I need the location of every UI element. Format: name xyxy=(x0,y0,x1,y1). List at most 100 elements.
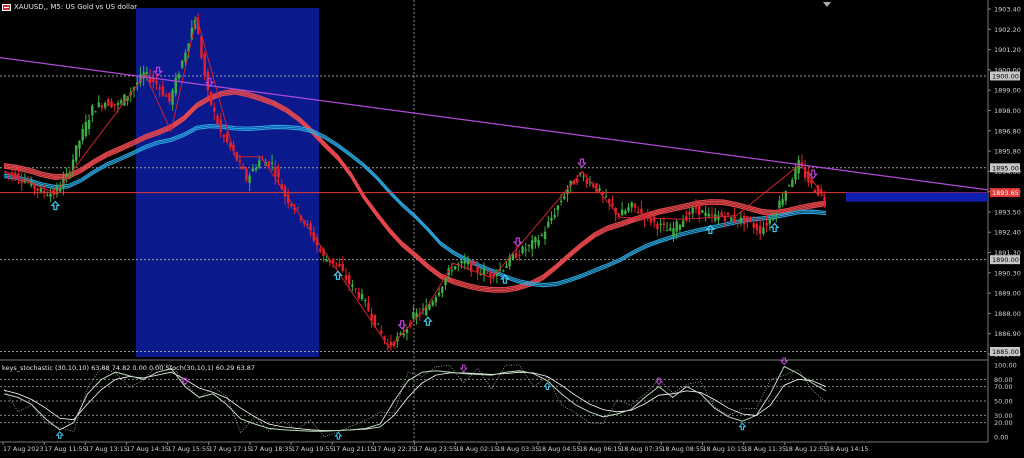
candle-body xyxy=(94,111,97,113)
candle-body xyxy=(49,193,52,197)
candle-body xyxy=(540,235,544,237)
price-axis-label: 1899.00 xyxy=(994,87,1021,95)
candle-body xyxy=(209,91,213,105)
price-axis-label: 1902.20 xyxy=(994,26,1021,34)
candle-body xyxy=(685,215,688,221)
candle-body xyxy=(669,228,672,231)
time-axis-label: 18 Aug 07:35 xyxy=(620,446,662,453)
chart-shift-marker-icon[interactable] xyxy=(823,2,831,7)
candle-body xyxy=(640,208,643,214)
candle-body xyxy=(656,223,659,230)
candle-body xyxy=(514,253,518,258)
candle-body xyxy=(103,103,107,108)
candle-body xyxy=(688,212,691,215)
candle-body xyxy=(213,107,216,112)
event-zone xyxy=(136,8,319,357)
candle-body xyxy=(768,218,772,224)
candle-body xyxy=(585,179,588,184)
price-marker-label: 1885.00 xyxy=(992,348,1019,356)
candle-body xyxy=(697,205,701,215)
candle-body xyxy=(341,264,344,271)
candle-body xyxy=(749,217,752,222)
candle-body xyxy=(797,160,800,174)
candle-body xyxy=(736,221,739,223)
candle-body xyxy=(694,206,698,209)
chart-title: XAUUSD,, M5: US Gold vs US dollar xyxy=(14,3,138,11)
candle-body xyxy=(701,210,704,213)
candle-body xyxy=(563,196,566,199)
candle-body xyxy=(707,213,711,217)
time-axis-label: 18 Aug 12:55 xyxy=(785,446,827,453)
osc-axis-label: 70.00 xyxy=(994,383,1013,391)
time-axis-label: 18 Aug 06:15 xyxy=(579,446,621,453)
candle-body xyxy=(145,71,149,74)
candle-body xyxy=(319,248,322,252)
candle-body xyxy=(437,292,441,296)
candle-body xyxy=(675,221,678,232)
candle-body xyxy=(116,103,120,105)
candle-body xyxy=(611,202,614,207)
candle-body xyxy=(254,168,258,170)
osc-axis-label: 0.00 xyxy=(994,434,1008,442)
candle-body xyxy=(778,200,781,209)
price-axis-label: 1903.40 xyxy=(994,6,1021,14)
candle-body xyxy=(251,168,255,172)
price-axis-label: 1901.20 xyxy=(994,46,1021,54)
osc-axis-label: 100.00 xyxy=(994,362,1017,370)
time-axis-label: 18 Aug 04:55 xyxy=(538,446,580,453)
candle-body xyxy=(267,161,271,167)
chart-symbol-icon[interactable] xyxy=(2,3,11,11)
candle-body xyxy=(171,90,174,105)
time-axis-label: 18 Aug 11:35 xyxy=(744,446,786,453)
candle-body xyxy=(678,225,682,230)
candle-body xyxy=(181,60,184,68)
price-axis-label: 1895.80 xyxy=(994,148,1021,156)
candle-body xyxy=(775,213,778,216)
indicator-header: keys_stochastic (30,10,10) 63.88 74.82 0… xyxy=(2,364,256,372)
candle-body xyxy=(781,199,784,205)
candle-body xyxy=(620,209,624,216)
candle-body xyxy=(91,105,94,116)
candle-body xyxy=(347,275,351,285)
candle-body xyxy=(473,262,476,265)
candle-body xyxy=(691,207,694,214)
time-axis-label: 18 Aug 03:35 xyxy=(497,446,539,453)
candle-body xyxy=(762,227,765,234)
price-axis-label: 1898.00 xyxy=(994,107,1021,115)
candle-body xyxy=(81,129,84,141)
candle-body xyxy=(431,301,434,306)
chart-window[interactable]: 1903.40 1902.20 1901.20 1900.00 1899.00 1898.… xyxy=(0,0,1024,454)
target-box xyxy=(846,192,988,202)
candle-body xyxy=(559,200,563,203)
candle-body xyxy=(107,99,110,106)
candle-body xyxy=(351,284,354,287)
chart-header: XAUUSD,, M5: US Gold vs US dollar xyxy=(2,3,137,11)
candle-body xyxy=(672,228,675,237)
candle-body xyxy=(453,266,457,270)
candle-body xyxy=(245,168,248,181)
candle-body xyxy=(730,217,733,221)
candle-body xyxy=(486,272,489,274)
candle-body xyxy=(524,249,527,251)
candle-body xyxy=(84,121,88,136)
candle-body xyxy=(277,168,280,178)
candle-body xyxy=(344,275,348,280)
candle-body xyxy=(274,167,277,177)
candle-body xyxy=(521,246,524,253)
price-axis-label: 1886.90 xyxy=(994,330,1021,338)
candle-body xyxy=(248,175,251,183)
candle-body xyxy=(624,210,627,215)
candle-body xyxy=(177,74,181,79)
time-axis-label: 18 Aug 08:55 xyxy=(661,446,703,453)
time-axis-label: 17 Aug 15:55 xyxy=(168,446,210,453)
candle-body xyxy=(87,120,91,130)
candle-body xyxy=(665,230,669,232)
time-axis-label: 17 Aug 18:35 xyxy=(250,446,292,453)
candle-body xyxy=(543,231,547,240)
candle-body xyxy=(258,160,261,168)
price-chart-svg[interactable]: 1903.40 1902.20 1901.20 1900.00 1899.00 1898.… xyxy=(0,0,1024,454)
candle-body xyxy=(710,214,714,216)
candle-body xyxy=(547,221,550,228)
candle-body xyxy=(746,216,749,222)
candle-body xyxy=(113,103,116,106)
